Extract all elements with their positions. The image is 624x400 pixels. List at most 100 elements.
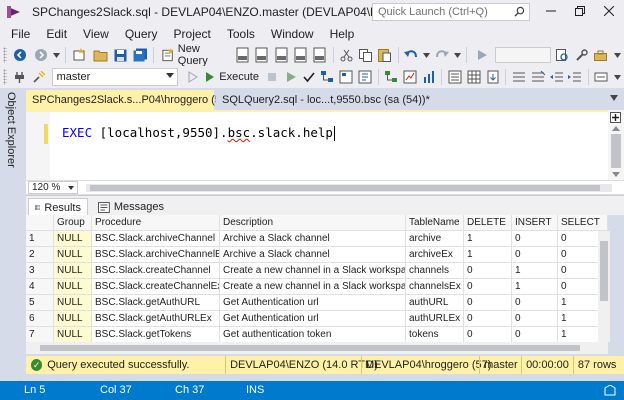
cell-procedure[interactable]: BSC.Slack.createChannel (92, 263, 220, 279)
tab-messages[interactable]: Messages (92, 198, 170, 216)
database-select[interactable]: master (51, 68, 179, 86)
cell-delete[interactable]: 1 (464, 231, 512, 247)
cell-procedure[interactable]: BSC.Slack.archiveChannelEx (92, 247, 220, 263)
cell-delete[interactable]: 0 (464, 295, 512, 311)
row-number[interactable]: 7 (26, 327, 54, 342)
cell-tablename[interactable]: channelsEx (406, 279, 464, 295)
tab-sqlquery2[interactable]: SQLQuery2.sql - loc...t,9550.bsc (sa (54… (216, 90, 460, 110)
undo-button[interactable] (402, 46, 419, 64)
row-number[interactable]: 1 (26, 231, 54, 247)
display-estimated-plan-button[interactable] (319, 68, 336, 86)
intellisense-button[interactable] (357, 68, 374, 86)
editor-horizontal-scrollbar[interactable] (86, 184, 612, 192)
client-statistics-button[interactable] (421, 68, 438, 86)
grid-header-description[interactable]: Description (220, 215, 406, 231)
scroll-down-icon[interactable] (612, 172, 620, 177)
cell-insert[interactable]: 0 (512, 327, 558, 342)
search-icon[interactable] (514, 6, 525, 17)
grid-header-procedure[interactable]: Procedure (92, 215, 220, 231)
cell-delete[interactable]: 0 (464, 263, 512, 279)
toolbar-overflow-button[interactable] (612, 68, 623, 86)
zoom-select[interactable]: 120 % (28, 181, 78, 194)
close-button[interactable] (594, 0, 624, 22)
menu-window[interactable]: Window (263, 27, 322, 41)
redo-dropdown[interactable] (453, 46, 463, 64)
cell-group[interactable]: NULL (54, 231, 92, 247)
cell-procedure[interactable]: BSC.Slack.getTokens (92, 327, 220, 342)
decrease-indent-button[interactable] (548, 68, 565, 86)
cell-insert[interactable]: 0 (512, 311, 558, 327)
tab-spchanges2slack[interactable]: SPChanges2Slack.s...P04\hroggero (57))* … (26, 90, 253, 110)
cell-description[interactable]: Create a new channel in a Slack workspac… (220, 263, 406, 279)
scroll-up-icon[interactable] (612, 126, 620, 131)
row-number[interactable]: 4 (26, 279, 54, 295)
new-project-button[interactable] (70, 46, 89, 64)
cell-group[interactable]: NULL (54, 311, 92, 327)
change-connection-button[interactable] (30, 68, 47, 86)
split-editor-icon[interactable] (610, 112, 621, 123)
results-to-grid-button[interactable] (465, 68, 482, 86)
solution-config-dropdown[interactable] (494, 46, 552, 64)
cell-description[interactable]: Archive a Slack channel (220, 247, 406, 263)
nav-dropdown[interactable] (51, 46, 61, 64)
table-row[interactable]: 5 NULL BSC.Slack.getAuthURL Get Authenti… (26, 295, 608, 311)
results-grid[interactable]: Group Procedure Description TableName DE… (26, 215, 608, 342)
live-query-stats-button[interactable] (402, 68, 419, 86)
parse-button[interactable] (184, 68, 201, 86)
copy-button[interactable] (357, 46, 374, 64)
table-row[interactable]: 4 NULL BSC.Slack.createChannelEx Create … (26, 279, 608, 295)
cell-procedure[interactable]: BSC.Slack.archiveChannel (92, 231, 220, 247)
table-row[interactable]: 7 NULL BSC.Slack.getTokens Get authentic… (26, 327, 608, 342)
quick-launch-input[interactable]: Quick Launch (Ctrl+Q) (372, 3, 530, 21)
dax-query-button[interactable] (292, 46, 309, 64)
menu-project[interactable]: Project (166, 27, 219, 41)
xmla-query-button[interactable] (273, 46, 290, 64)
mdx-query-button[interactable] (235, 46, 252, 64)
cell-insert[interactable]: 0 (512, 231, 558, 247)
toolbox-button[interactable] (592, 46, 609, 64)
grid-vertical-scrollbar[interactable] (598, 231, 610, 342)
cut-button[interactable] (338, 46, 355, 64)
cell-tablename[interactable]: channels (406, 263, 464, 279)
grid-header-rownum[interactable] (26, 215, 54, 231)
cell-description[interactable]: Get Authentication url (220, 311, 406, 327)
forward-button[interactable] (32, 46, 49, 64)
find-button[interactable] (554, 46, 571, 64)
analysis-query-button[interactable] (312, 46, 329, 64)
paste-button[interactable] (376, 46, 393, 64)
cell-delete[interactable]: 0 (464, 327, 512, 342)
properties-button[interactable] (573, 46, 590, 64)
grid-horizontal-scrollbar[interactable] (26, 342, 608, 354)
cell-delete[interactable]: 0 (464, 311, 512, 327)
menu-help[interactable]: Help (322, 27, 363, 41)
table-row[interactable]: 2 NULL BSC.Slack.archiveChannelEx Archiv… (26, 247, 608, 263)
cell-tablename[interactable]: archiveEx (406, 247, 464, 263)
minimize-button[interactable] (536, 0, 566, 22)
query-editor[interactable]: EXEC [localhost,9550].bsc.slack.help (26, 110, 608, 182)
specify-template-values-button[interactable] (593, 68, 610, 86)
cell-group[interactable]: NULL (54, 279, 92, 295)
include-actual-plan-button[interactable] (383, 68, 400, 86)
toolbar-overflow-button[interactable] (611, 46, 623, 64)
editor-vertical-scrollbar[interactable] (608, 110, 624, 180)
cell-group[interactable]: NULL (54, 295, 92, 311)
cell-insert[interactable]: 0 (512, 247, 558, 263)
query-options-button[interactable] (338, 68, 355, 86)
menu-file[interactable]: File (3, 27, 38, 41)
scrollbar-thumb[interactable] (611, 134, 621, 168)
cell-procedure[interactable]: BSC.Slack.createChannelEx (92, 279, 220, 295)
cell-insert[interactable]: 0 (512, 295, 558, 311)
grid-header-tablename[interactable]: TableName (406, 215, 464, 231)
tab-results[interactable]: Results (28, 198, 88, 216)
notification-icon[interactable] (604, 385, 616, 396)
start-debugging-button[interactable] (471, 46, 492, 64)
cell-tablename[interactable]: tokens (406, 327, 464, 342)
dmx-query-button[interactable] (254, 46, 271, 64)
cell-tablename[interactable]: authURL (406, 295, 464, 311)
toolbar-grip[interactable] (3, 69, 7, 85)
save-button[interactable] (112, 46, 129, 64)
results-to-text-button[interactable] (446, 68, 463, 86)
debug-button[interactable] (283, 68, 300, 86)
open-file-button[interactable] (91, 46, 110, 64)
cell-description[interactable]: Archive a Slack channel (220, 231, 406, 247)
